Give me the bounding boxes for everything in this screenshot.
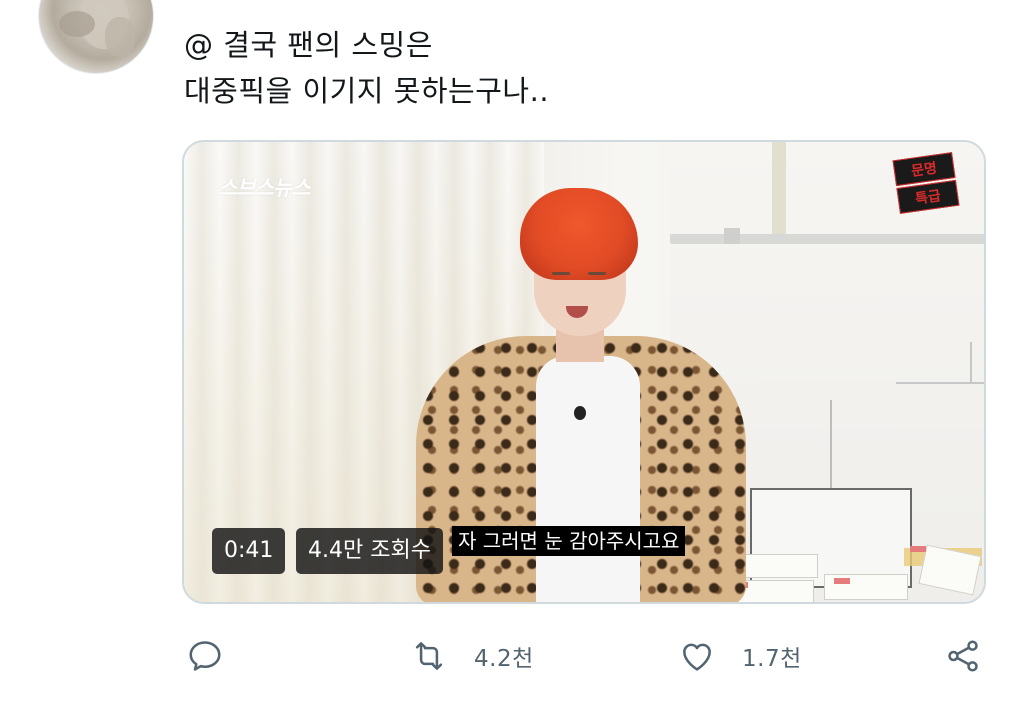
lapel-mic — [574, 406, 586, 420]
retweet-icon — [415, 642, 443, 670]
background-line — [830, 400, 832, 490]
background-line — [896, 382, 984, 384]
person-hair — [520, 188, 638, 280]
tweet-actions: 4.2천 1.7천 — [0, 628, 1024, 684]
share-button[interactable] — [944, 628, 982, 684]
background-line — [970, 342, 972, 384]
reply-icon — [189, 641, 221, 671]
retweet-button[interactable]: 4.2천 — [410, 628, 534, 684]
background-bracket — [724, 228, 740, 244]
video-player[interactable]: 스브스뉴스 문명 특급 자 그러면 눈 감아주시고요 0:41 4.4만 조회수 — [182, 140, 986, 604]
channel-logo: 스브스뉴스 — [218, 176, 311, 200]
heart-icon — [683, 643, 711, 671]
tweet-text: @ 결국 팬의 스밍은 대중픽을 이기지 못하는구나.. — [184, 22, 904, 114]
video-subtitle: 자 그러면 눈 감아주시고요 — [452, 526, 686, 556]
avatar-detail — [105, 17, 135, 57]
like-button[interactable]: 1.7천 — [678, 628, 802, 684]
background-shelf — [670, 234, 984, 244]
tweet-text-line-2: 대중픽을 이기지 못하는구나.. — [184, 74, 550, 108]
retweet-count: 4.2천 — [474, 646, 534, 672]
background-pole — [772, 142, 786, 238]
avatar[interactable] — [38, 0, 154, 74]
like-count: 1.7천 — [742, 646, 802, 672]
show-logo: 문명 특급 — [892, 152, 960, 214]
avatar-detail — [59, 11, 95, 37]
tweet-text-line-1: @ 결국 팬의 스밍은 — [184, 28, 433, 62]
card-tag — [834, 578, 850, 584]
person-eye — [588, 272, 606, 275]
card-tag — [910, 546, 926, 552]
person-eye — [552, 272, 570, 275]
video-view-count: 4.4만 조회수 — [296, 528, 443, 574]
share-icon — [948, 640, 978, 672]
video-duration: 0:41 — [212, 528, 286, 574]
reply-button[interactable] — [186, 628, 224, 684]
